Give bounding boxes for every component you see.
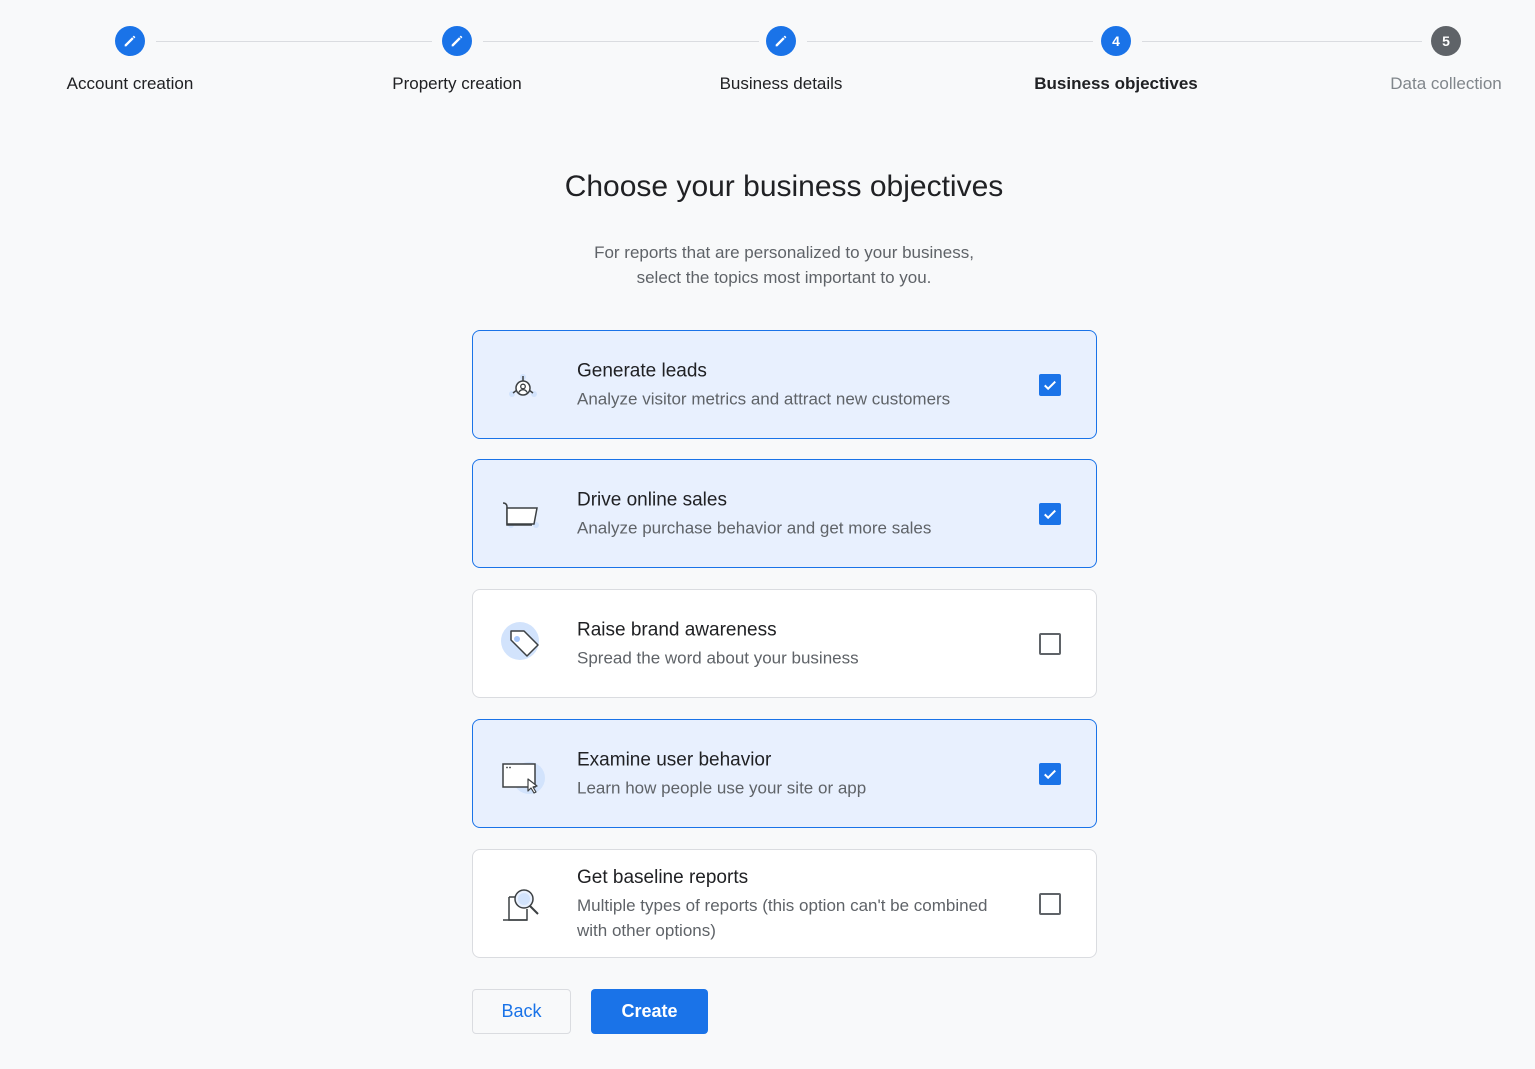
option-description: Analyze purchase behavior and get more s… xyxy=(577,518,932,537)
step-property-creation[interactable]: Property creation xyxy=(327,26,587,94)
step-label: Property creation xyxy=(392,74,522,93)
option-title: Examine user behavior xyxy=(577,749,772,770)
checkbox-raise-brand-awareness[interactable] xyxy=(1039,632,1061,655)
step-label: Business objectives xyxy=(1034,74,1198,93)
page-title: Choose your business objectives xyxy=(564,170,1004,203)
create-button[interactable]: Create xyxy=(591,989,708,1034)
checkbox-drive-online-sales[interactable] xyxy=(1039,502,1061,525)
checkbox-get-baseline-reports[interactable] xyxy=(1039,892,1061,915)
option-title: Get baseline reports xyxy=(577,866,749,888)
option-raise-brand-awareness[interactable]: Raise brand awareness Spread the word ab… xyxy=(472,589,1097,698)
report-magnifier-icon xyxy=(499,880,547,928)
pencil-icon xyxy=(442,26,472,56)
pencil-icon xyxy=(766,26,796,56)
subtitle-line: For reports that are personalized to you… xyxy=(594,243,974,262)
subtitle-line: select the topics most important to you. xyxy=(636,268,932,287)
back-button[interactable]: Back xyxy=(472,989,571,1034)
checkmark-icon xyxy=(1044,509,1056,519)
step-business-objectives: 4 Business objectives xyxy=(986,26,1246,94)
checkbox-examine-user-behavior[interactable] xyxy=(1039,762,1061,785)
leads-target-icon xyxy=(499,361,547,409)
step-business-details[interactable]: Business details xyxy=(651,26,911,94)
checkmark-icon xyxy=(1044,769,1056,779)
option-title: Generate leads xyxy=(577,360,707,381)
option-drive-online-sales[interactable]: Drive online sales Analyze purchase beha… xyxy=(472,459,1097,568)
option-examine-user-behavior[interactable]: Examine user behavior Learn how people u… xyxy=(472,719,1097,828)
option-title: Drive online sales xyxy=(577,489,727,510)
checkbox-generate-leads[interactable] xyxy=(1039,373,1061,396)
option-get-baseline-reports[interactable]: Get baseline reports Multiple types of r… xyxy=(472,849,1097,958)
step-data-collection: 5 Data collection xyxy=(1316,26,1535,94)
option-description: Spread the word about your business xyxy=(577,648,859,667)
pencil-icon xyxy=(115,26,145,56)
step-number-badge: 5 xyxy=(1431,26,1461,56)
shopping-cart-icon xyxy=(499,490,547,538)
browser-cursor-icon xyxy=(499,750,547,798)
step-account-creation[interactable]: Account creation xyxy=(0,26,260,94)
option-title: Raise brand awareness xyxy=(577,619,777,640)
progress-stepper: Account creation Property creation Busin… xyxy=(0,0,1535,120)
option-description: Learn how people use your site or app xyxy=(577,778,867,797)
option-description: Analyze visitor metrics and attract new … xyxy=(577,389,951,408)
step-label: Account creation xyxy=(66,74,194,93)
step-label: Data collection xyxy=(1390,74,1502,93)
checkmark-icon xyxy=(1044,380,1056,390)
page-subtitle: For reports that are personalized to you… xyxy=(0,240,1535,290)
option-generate-leads[interactable]: Generate leads Analyze visitor metrics a… xyxy=(472,330,1097,439)
option-description: Multiple types of reports (this option c… xyxy=(577,895,988,940)
step-label: Business details xyxy=(719,74,843,93)
tag-icon xyxy=(499,620,547,668)
step-number-badge: 4 xyxy=(1101,26,1131,56)
